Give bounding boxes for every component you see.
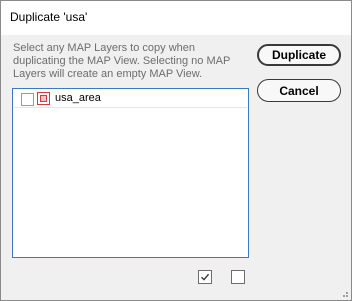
uncheck-all-icon[interactable]	[231, 270, 245, 284]
layer-name: usa_area	[55, 92, 101, 104]
duplicate-dialog: Duplicate 'usa' Select any MAP Layers to…	[0, 0, 352, 301]
title-bar: Duplicate 'usa'	[1, 1, 351, 35]
dialog-description: Select any MAP Layers to copy when dupli…	[13, 42, 231, 80]
check-all-icon[interactable]	[198, 270, 212, 284]
dialog-title: Duplicate 'usa'	[10, 10, 88, 24]
duplicate-button[interactable]: Duplicate	[257, 44, 341, 66]
polygon-layer-icon	[37, 92, 50, 105]
cancel-button[interactable]: Cancel	[257, 79, 341, 102]
resize-grip-icon[interactable]	[339, 288, 349, 298]
checkmark-icon	[201, 273, 210, 281]
layer-checkbox[interactable]	[21, 93, 34, 106]
list-item[interactable]: usa_area	[14, 90, 247, 108]
layer-list[interactable]: usa_area	[12, 88, 249, 258]
